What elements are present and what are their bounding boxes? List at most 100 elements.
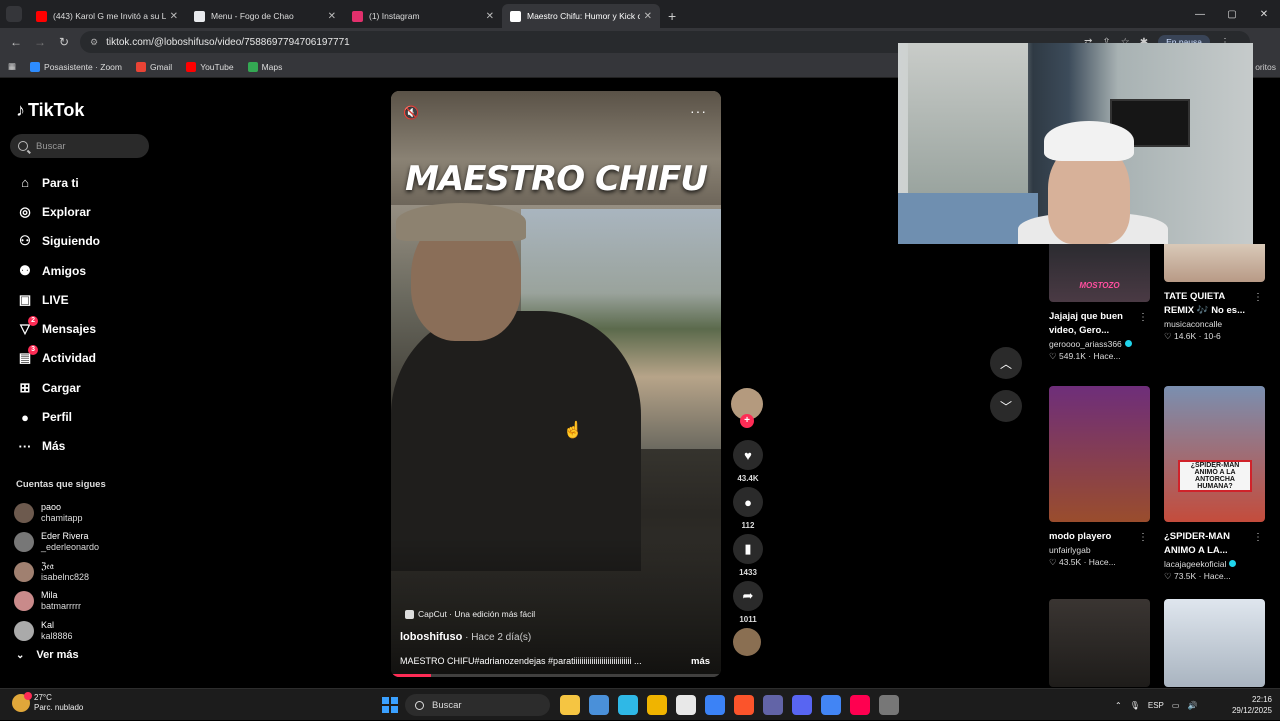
taskbar-app-icon[interactable] [705, 695, 725, 715]
upload-icon: ⊞ [19, 379, 31, 395]
taskbar-app-icon[interactable] [763, 695, 783, 715]
nav-item[interactable]: ⌂ Para ti [16, 168, 100, 197]
bookmark-item[interactable]: Maps [247, 61, 282, 72]
microphone-icon[interactable]: 🎙 [1130, 701, 1140, 710]
volume-icon[interactable]: 🔇 [403, 105, 419, 121]
following-account[interactable]: Kal kal8886 [14, 616, 99, 646]
search-input[interactable]: Buscar [10, 134, 149, 158]
apps-grid-icon[interactable]: ▦ [8, 61, 16, 72]
video-more-options-icon[interactable]: ··· [690, 103, 707, 119]
following-account[interactable]: paoo chamitapp [14, 498, 99, 528]
bookmark-item[interactable]: YouTube [186, 61, 234, 72]
bookmark-item[interactable]: Gmail [135, 61, 172, 72]
minimize-button[interactable]: — [1184, 0, 1216, 28]
tab-close-icon[interactable]: ✕ [328, 11, 336, 22]
taskbar-app-icon[interactable] [792, 695, 812, 715]
site-info-icon[interactable]: ⚙ [90, 37, 98, 48]
taskbar-app-icon[interactable] [734, 695, 754, 715]
network-icon[interactable]: ▭ [1172, 701, 1180, 710]
nav-item[interactable]: ● Perfil [16, 402, 100, 431]
tiktok-logo[interactable]: ♪ TikTok [16, 100, 84, 121]
heart-icon[interactable]: ♥ [733, 440, 763, 470]
video-card[interactable]: ¿SPIDER-MAN ANIMÓ A LA ANTORCHA HUMANA? ¿… [1164, 386, 1265, 582]
new-tab-button[interactable]: + [668, 8, 676, 24]
tab-close-icon[interactable]: ✕ [486, 11, 494, 22]
browser-tab[interactable]: Menu - Fogo de Chao ✕ [186, 4, 344, 28]
video-thumbnail[interactable] [1049, 599, 1150, 687]
video-thumbnail[interactable] [1049, 386, 1150, 522]
nav-item[interactable]: ··· Más [16, 432, 100, 461]
other-bookmarks[interactable]: oritos [1255, 62, 1276, 72]
taskbar-app-icon[interactable] [647, 695, 667, 715]
bookmark-icon[interactable]: ▮ [733, 534, 763, 564]
nav-item[interactable]: ◎ Explorar [16, 197, 100, 226]
taskbar-app-icon[interactable] [821, 695, 841, 715]
nav-item[interactable]: ▤ 3 Actividad [16, 344, 100, 373]
back-button[interactable]: ← [4, 35, 28, 49]
video-thumbnail[interactable] [1164, 599, 1265, 687]
video-player[interactable]: MAESTRO CHIFU 🔇 ··· CapCut · Una edición… [391, 91, 721, 677]
previous-video-button[interactable]: ︿ [990, 347, 1022, 379]
card-options-icon[interactable]: ⋮ [1253, 532, 1263, 543]
share-action[interactable]: ➦ 1011 [731, 581, 765, 624]
reload-button[interactable]: ↻ [52, 35, 76, 49]
card-options-icon[interactable]: ⋮ [1138, 312, 1148, 323]
video-author[interactable]: loboshifuso · Hace 2 día(s) [400, 631, 531, 643]
language-indicator[interactable]: ESP [1148, 701, 1164, 710]
taskbar-app-icon[interactable] [676, 695, 696, 715]
card-options-icon[interactable]: ⋮ [1253, 292, 1263, 303]
video-thumbnail[interactable]: ¿SPIDER-MAN ANIMÓ A LA ANTORCHA HUMANA? [1164, 386, 1265, 522]
nav-item[interactable]: ⚉ Amigos [16, 256, 100, 285]
following-account[interactable]: Mila batmarrrrr [14, 587, 99, 617]
browser-tab[interactable]: (443) Karol G me Invitó a su Lu ✕ [28, 4, 186, 28]
tab-search-button[interactable] [6, 6, 22, 22]
bookmark-item[interactable]: Posasistente · Zoom [30, 61, 122, 72]
nav-item[interactable]: ▣ LIVE [16, 285, 100, 314]
video-card[interactable]: MOSTOZO Jajajaj que buen video, Gero... ⋮ g… [1049, 244, 1150, 362]
next-video-button[interactable]: ﹀ [990, 390, 1022, 422]
following-account[interactable]: ℨ𝔢𝔞 isabelnc828 [14, 557, 99, 587]
video-progress-bar[interactable] [391, 674, 721, 677]
following-account[interactable]: Eder Rivera _ederleonardo [14, 528, 99, 558]
tab-close-icon[interactable]: ✕ [170, 11, 178, 22]
browser-tab[interactable]: (1) Instagram ✕ [344, 4, 502, 28]
start-button[interactable] [382, 697, 398, 713]
taskbar-app-icon[interactable] [879, 695, 899, 715]
nav-item[interactable]: ▽ 2 Mensajes [16, 314, 100, 343]
taskbar-app-icon[interactable] [850, 695, 870, 715]
caption-more-button[interactable]: más [691, 656, 710, 667]
music-disc-avatar[interactable] [733, 628, 761, 656]
tray-chevron-icon[interactable]: ⌃ [1115, 701, 1122, 710]
weather-widget[interactable]: 27°C Parc. nublado [12, 692, 83, 713]
tab-close-icon[interactable]: ✕ [644, 11, 652, 22]
video-card[interactable] [1164, 599, 1265, 687]
comment-icon[interactable]: ● [733, 487, 763, 517]
video-thumbnail[interactable]: MOSTOZO [1049, 244, 1150, 302]
volume-tray-icon[interactable]: 🔊 [1187, 701, 1197, 710]
maximize-button[interactable]: ▢ [1216, 0, 1248, 28]
close-window-button[interactable]: ✕ [1248, 0, 1280, 28]
forward-button[interactable]: → [28, 35, 52, 49]
like-action[interactable]: ♥ 43.4K [731, 440, 765, 483]
save-action[interactable]: ▮ 1433 [731, 534, 765, 577]
share-arrow-icon[interactable]: ➦ [733, 581, 763, 611]
thumbnail-text: MOSTOZO [1079, 281, 1120, 290]
nav-item[interactable]: ⊞ Cargar [16, 373, 100, 402]
see-more-button[interactable]: ⌄ Ver más [16, 649, 79, 661]
comment-action[interactable]: ● 112 [731, 487, 765, 530]
taskbar-search[interactable]: Buscar [405, 694, 550, 716]
browser-tab[interactable]: Maestro Chifu: Humor y Kick co ✕ [502, 4, 660, 28]
taskbar-clock[interactable]: 22:16 29/12/2025 [1232, 694, 1272, 716]
taskbar-app-icon[interactable] [589, 695, 609, 715]
video-card[interactable]: TATE QUIETA REMIX 🎶 No es... ⋮ musicaconca… [1164, 244, 1265, 342]
video-card[interactable]: modo playero ⋮ unfairlygab ♡ 43.5K · Hace..… [1049, 386, 1150, 568]
nav-item[interactable]: ⚇ Siguiendo [16, 227, 100, 256]
taskbar-app-icon[interactable] [560, 695, 580, 715]
follow-plus-icon[interactable]: + [740, 414, 754, 428]
card-options-icon[interactable]: ⋮ [1138, 532, 1148, 543]
capcut-tag[interactable]: CapCut · Una edición más fácil [405, 609, 535, 619]
taskbar-app-icon[interactable] [618, 695, 638, 715]
video-thumbnail[interactable] [1164, 244, 1265, 282]
video-card[interactable] [1049, 599, 1150, 687]
creator-avatar[interactable]: + [731, 388, 763, 428]
